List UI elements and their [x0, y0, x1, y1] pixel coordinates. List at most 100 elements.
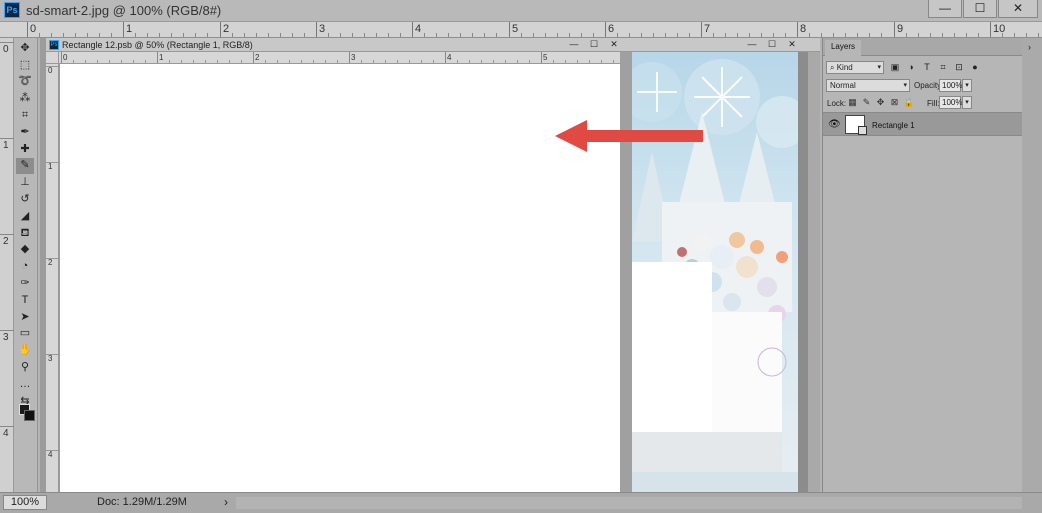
ruler-number: 3: [48, 354, 53, 363]
document-maximize-button[interactable]: ☐: [584, 38, 604, 50]
lock-position-icon[interactable]: ✥: [875, 97, 886, 108]
move-tool-icon[interactable]: ✥: [16, 40, 34, 57]
fill-slider-toggle[interactable]: ▾: [962, 96, 972, 109]
document-close-button[interactable]: ✕: [604, 38, 624, 50]
ruler-major-tick: [509, 22, 510, 37]
quick-select-tool-icon[interactable]: ⁂: [16, 90, 34, 107]
type-filter-icon[interactable]: T: [921, 61, 933, 73]
ruler-major-tick: [605, 22, 606, 37]
zoom-tool-icon[interactable]: ⚲: [16, 359, 34, 376]
eyedropper-tool-icon[interactable]: ✒: [16, 124, 34, 141]
healing-brush-tool-icon[interactable]: ✚: [16, 141, 34, 158]
paint-bucket-tool-icon[interactable]: ⛾: [16, 225, 34, 242]
minimize-button[interactable]: —: [928, 0, 962, 18]
document-horizontal-ruler[interactable]: 0 1 2 3 4 5: [59, 52, 622, 64]
status-menu-arrow-icon[interactable]: ›: [224, 495, 228, 509]
eraser-tool-icon[interactable]: ◢: [16, 208, 34, 225]
document2-minimize-button[interactable]: —: [742, 38, 762, 50]
opacity-slider-toggle[interactable]: ▾: [962, 79, 972, 92]
collapse-panel-icon[interactable]: ›: [1028, 42, 1031, 52]
background-color-swatch[interactable]: [24, 410, 35, 421]
search-icon: ⌕: [830, 63, 835, 72]
lock-all-icon[interactable]: 🔒: [903, 97, 914, 108]
lock-transparent-pixels-icon[interactable]: ▦: [847, 97, 858, 108]
document-ps-icon: Ps: [49, 40, 59, 50]
ruler-origin[interactable]: [46, 52, 59, 64]
ruler-minor-tick: [147, 33, 148, 37]
document-tab-rectangle[interactable]: Ps Rectangle 12.psb @ 50% (Rectangle 1, …: [46, 38, 632, 52]
ruler-minor-tick: [484, 33, 485, 37]
document-tab-background-image[interactable]: — ☐ ✕: [632, 38, 820, 52]
lasso-tool-icon[interactable]: ➰: [16, 74, 34, 91]
ruler-minor-tick: [181, 60, 182, 63]
ruler-minor-tick: [809, 33, 810, 37]
lock-image-pixels-icon[interactable]: ✎: [861, 97, 872, 108]
adjustment-filter-icon[interactable]: ◑: [905, 61, 917, 73]
ruler-minor-tick: [195, 33, 196, 37]
marquee-tool-icon[interactable]: ⬚: [16, 57, 34, 74]
tab-layers[interactable]: Layers: [825, 40, 861, 56]
horizontal-ruler[interactable]: 0 1 2 3 4 5 6 7 8 9 10: [0, 22, 1042, 38]
blur-tool-icon[interactable]: ◆: [16, 242, 34, 259]
rectangle-tool-icon[interactable]: ▭: [16, 326, 34, 343]
ruler-number: 6: [608, 23, 615, 35]
ruler-minor-tick: [301, 60, 302, 63]
history-brush-tool-icon[interactable]: ↺: [16, 191, 34, 208]
visibility-eye-icon[interactable]: 👁: [828, 119, 841, 130]
ruler-major-tick: [990, 22, 991, 37]
ruler-minor-tick: [593, 33, 594, 37]
vertical-ruler[interactable]: 0 1 2 3 4: [0, 38, 14, 492]
zoom-level-input[interactable]: 100%: [3, 495, 47, 510]
opacity-input[interactable]: 100%: [939, 79, 962, 92]
kind-filter-label: Kind: [836, 63, 853, 72]
brush-tool-icon[interactable]: ✎: [16, 157, 34, 175]
layers-tab-bar: Layers: [823, 38, 1023, 56]
pixel-filter-icon[interactable]: ▣: [889, 61, 901, 73]
horizontal-scrollbar[interactable]: [236, 497, 1022, 509]
document2-close-button[interactable]: ✕: [782, 38, 802, 50]
kind-filter-dropdown[interactable]: ⌕ Kind ▾: [826, 61, 884, 74]
ruler-major-tick: [46, 354, 59, 355]
filter-toggle-icon[interactable]: ●: [969, 61, 981, 73]
ruler-number: 4: [3, 428, 9, 439]
ruler-minor-tick: [325, 60, 326, 63]
ruler-major-tick: [46, 258, 59, 259]
type-tool-icon[interactable]: T: [16, 292, 34, 309]
smart-object-filter-icon[interactable]: ⊡: [953, 61, 965, 73]
document-vertical-ruler[interactable]: 0 1 2 3 4: [46, 64, 59, 492]
ruler-major-tick: [0, 426, 14, 427]
blend-mode-dropdown[interactable]: Normal ▾: [826, 79, 910, 92]
lock-artboard-icon[interactable]: ⊠: [889, 97, 900, 108]
ruler-minor-tick: [289, 60, 290, 63]
ruler-minor-tick: [433, 60, 434, 63]
ruler-minor-tick: [121, 60, 122, 63]
document2-maximize-button[interactable]: ☐: [762, 38, 782, 50]
layer-row[interactable]: 👁 Rectangle 1: [823, 112, 1023, 136]
ruler-minor-tick: [217, 60, 218, 63]
tools-panel: 0 1 2 3 4 ✥ ⬚ ➰ ⁂ ⌗ ✒ ✚ ✎ ⊥ ↺ ◢ ⛾ ◆ ◔ ✑ T ➤ ▭ ✋ ⚲… ⇆: [0, 38, 38, 492]
dodge-tool-icon[interactable]: ◔: [16, 258, 34, 275]
ruler-number: 4: [447, 53, 452, 62]
ruler-major-tick: [46, 450, 59, 451]
ruler-major-tick: [797, 22, 798, 37]
ruler-number: 2: [3, 236, 9, 247]
document-minimize-button[interactable]: —: [564, 38, 584, 50]
fill-input[interactable]: 100%: [939, 96, 962, 109]
layer-name[interactable]: Rectangle 1: [872, 121, 915, 130]
ruler-number: 10: [993, 23, 1006, 35]
maximize-button[interactable]: ☐: [963, 0, 997, 18]
document-canvas[interactable]: [60, 64, 620, 492]
ruler-minor-tick: [171, 33, 172, 37]
more-tools-icon[interactable]: …: [16, 376, 34, 393]
path-select-tool-icon[interactable]: ➤: [16, 309, 34, 326]
pen-tool-icon[interactable]: ✑: [16, 275, 34, 292]
ruler-minor-tick: [397, 60, 398, 63]
clone-stamp-tool-icon[interactable]: ⊥: [16, 174, 34, 191]
shape-filter-icon[interactable]: ⌗: [937, 61, 949, 73]
crop-tool-icon[interactable]: ⌗: [16, 107, 34, 124]
ruler-minor-tick: [749, 33, 750, 37]
ruler-major-tick: [46, 162, 59, 163]
close-button[interactable]: ✕: [998, 0, 1038, 18]
ruler-number: 4: [48, 450, 53, 459]
hand-tool-icon[interactable]: ✋: [16, 342, 34, 359]
